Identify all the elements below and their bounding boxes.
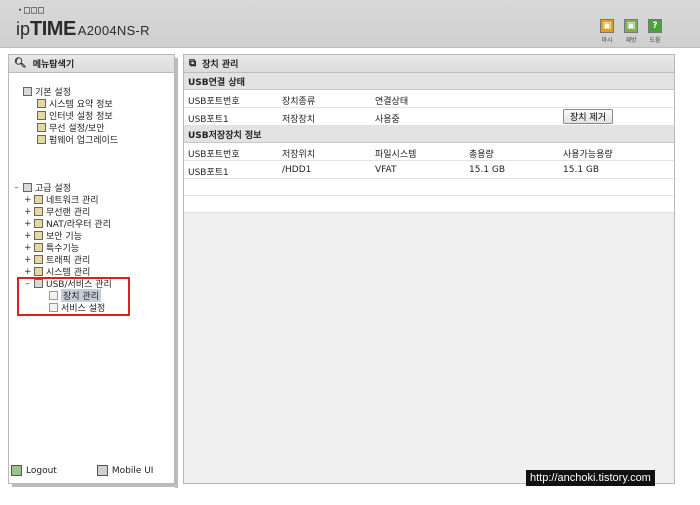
copy-icon: ⧉ [189,58,197,69]
cell-port: USB포트1 [188,115,229,125]
menu-explorer-title: 🔍︎ 메뉴탐색기 [9,55,174,73]
remove-device-button[interactable]: 장치 제거 [563,109,613,124]
panel-shadow-bottom [12,484,178,487]
highlight-annotation [17,277,130,316]
usb-connect-heading: USB연결 상태 [184,73,674,90]
mobile-icon [96,465,108,476]
panel-shadow [175,58,178,488]
magnifier-icon: 🔍︎ [14,58,27,69]
page-icon [37,111,46,120]
logout-link[interactable]: Logout [11,465,57,476]
column-header: 연결상태 [375,97,409,107]
page-icon [34,255,43,264]
tree-label: 펌웨어 업그레이드 [49,136,119,146]
mobile-ui-link[interactable]: Mobile UI [96,465,154,476]
help-button[interactable]: ? 도움 [646,19,664,44]
lock-icon [34,231,43,240]
bottom-links: Logout Mobile UI [11,465,153,476]
page-icon [34,207,43,216]
empty-row [184,196,674,213]
collapse-icon[interactable]: – [13,183,20,193]
page-icon [34,219,43,228]
page-icon [37,99,46,108]
column-header: USB포트번호 [188,150,240,160]
column-header: USB포트번호 [188,97,240,107]
menu-explorer: 🔍︎ 메뉴탐색기 기본 설정 시스템 요약 정보 인터넷 설정 정보 무선 설정… [8,54,175,484]
folder-icon [23,183,32,192]
cell-port: USB포트1 [188,168,229,178]
wizard-label: 마시 [601,37,613,44]
wizard-button[interactable]: ▣ 마시 [598,19,616,44]
page-icon [34,243,43,252]
expand-icon[interactable]: + [24,255,32,265]
logout-icon [11,465,22,476]
menu-title-text: 메뉴탐색기 [32,60,75,70]
window-icon: ▣ [624,19,638,33]
expand-icon[interactable]: + [24,243,32,253]
page-icon [37,123,46,132]
cell-device-type: 저장장치 [282,115,316,125]
usb-connect-header-row: USB포트번호 장치종류 연결상태 [184,90,674,108]
window-label: 재방 [625,37,637,44]
expand-icon[interactable]: + [24,195,32,205]
cell-filesystem: VFAT [375,165,397,175]
usb-storage-heading: USB저장장치 정보 [184,126,674,143]
watermark: http://anchoki.tistory.com [526,470,655,486]
tree-item-firmware[interactable]: 펌웨어 업그레이드 [37,133,118,146]
page-icon [34,195,43,204]
cell-connect-state: 사용중 [375,115,400,125]
window-button[interactable]: ▣ 재방 [622,19,640,44]
table-row: USB포트1 /HDD1 VFAT 15.1 GB 15.1 GB [184,161,674,179]
logo-ip: ip [16,19,31,39]
expand-icon[interactable]: + [24,207,32,217]
main-title-text: 장치 관리 [202,60,239,70]
column-header: 총용량 [469,150,494,160]
logo-time: TIME [30,18,76,40]
logo-dots: ·□□□ [17,5,46,16]
expand-icon[interactable]: + [24,219,32,229]
expand-icon[interactable]: + [24,231,32,241]
column-header: 사용가능용량 [563,150,613,160]
device-manage-panel: ⧉ 장치 관리 USB연결 상태 USB포트번호 장치종류 연결상태 USB포트… [183,54,675,484]
usb-storage-header-row: USB포트번호 저장위치 파일시스템 총용량 사용가능용량 [184,143,674,161]
column-header: 장치종류 [282,97,316,107]
cell-total: 15.1 GB [469,165,506,175]
column-header: 파일시스템 [375,150,417,160]
table-row: USB포트1 저장장치 사용중 장치 제거 [184,108,674,126]
wizard-icon: ▣ [600,19,614,33]
page-icon [37,135,46,144]
iptime-logo: ipTIME A2004NS-R [16,18,150,41]
empty-row [184,179,674,196]
expand-icon[interactable]: + [24,267,32,277]
cell-location: /HDD1 [282,165,312,175]
model-name: A2004NS-R [77,23,150,38]
folder-icon [23,87,32,96]
main-panel-title: ⧉ 장치 관리 [184,55,674,73]
help-icon: ? [648,19,662,33]
page-icon [34,267,43,276]
app-header: ·□□□ ipTIME A2004NS-R ▣ 마시 ▣ 재방 ? 도움 [0,0,700,48]
mobile-ui-label: Mobile UI [111,465,154,476]
help-label: 도움 [649,37,661,44]
logout-label: Logout [26,465,57,476]
cell-available: 15.1 GB [563,165,600,175]
column-header: 저장위치 [282,150,316,160]
